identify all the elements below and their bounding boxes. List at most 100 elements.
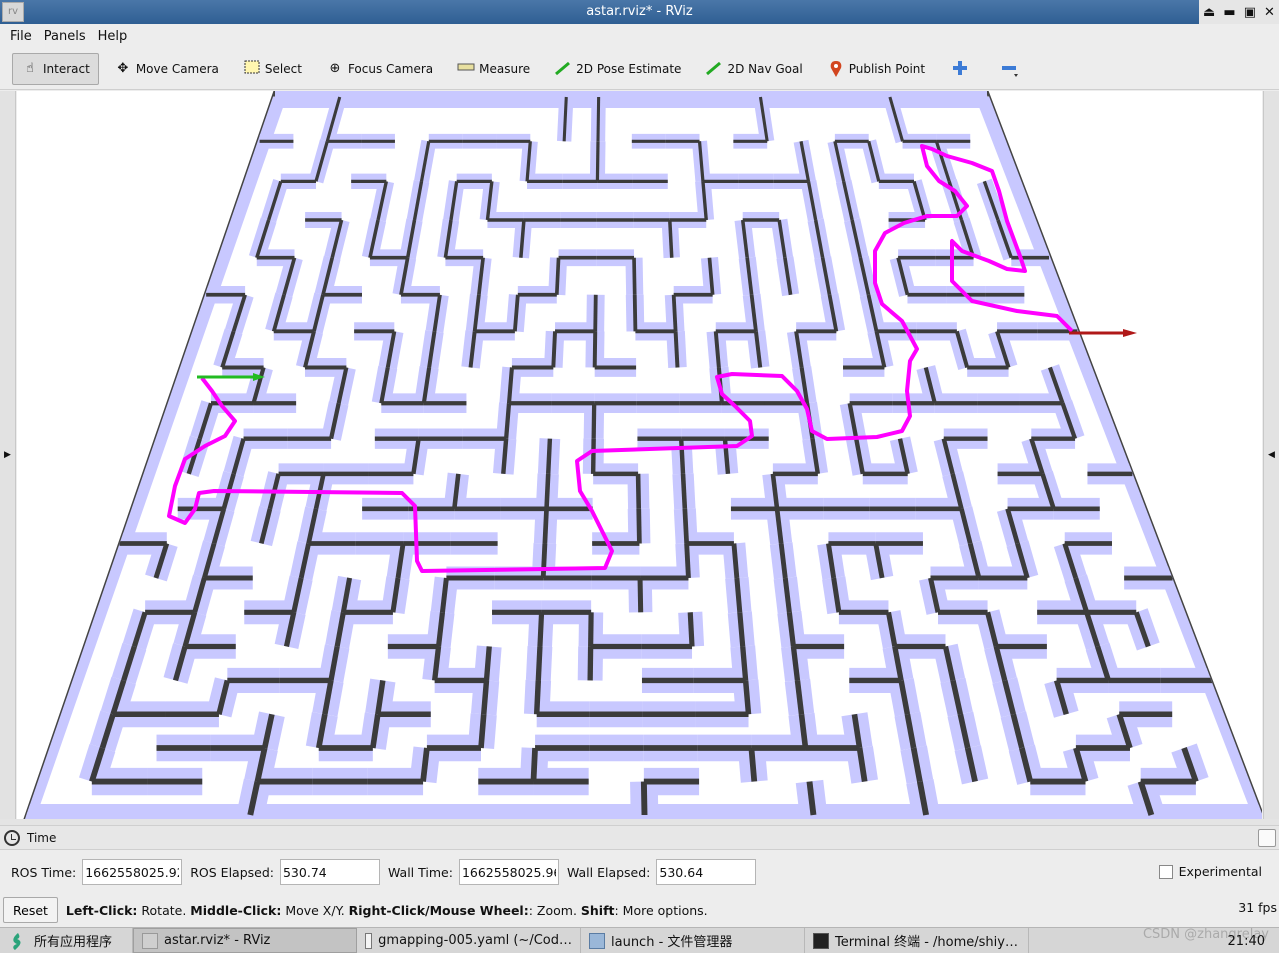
- text-editor-icon: [365, 932, 373, 949]
- menu-help[interactable]: Help: [92, 29, 134, 44]
- maze-wall: [680, 473, 688, 509]
- ruler-icon: [457, 60, 475, 78]
- desktop-taskbar: 所有应用程序 astar.rviz* - RViz gmapping-005.y…: [0, 927, 1279, 953]
- maze-wall: [544, 473, 551, 509]
- pose-estimate-tool-button[interactable]: 2D Pose Estimate: [545, 53, 690, 85]
- status-bar: Reset Left-Click: Rotate. Middle-Click: …: [0, 894, 1279, 926]
- move-camera-icon: ✥: [117, 60, 129, 76]
- wall-elapsed-field[interactable]: [656, 859, 757, 885]
- maze-wall: [687, 612, 695, 647]
- maze-wall: [668, 219, 674, 258]
- maze-wall: [734, 577, 743, 613]
- move-camera-label: Move Camera: [135, 61, 219, 76]
- maze-wall: [537, 612, 545, 647]
- maze-wall: [562, 96, 568, 142]
- rviz-window: rv astar.rviz* - RViz ⏏ ▬ ▣ ✕ File Panel…: [0, 0, 1279, 953]
- maze-wall: [635, 473, 642, 509]
- maze-wall: [506, 367, 514, 404]
- plus-icon: [951, 60, 969, 78]
- window-controls: ⏏ ▬ ▣ ✕: [1199, 0, 1279, 24]
- maze-wall: [632, 257, 637, 295]
- folder-icon: [589, 932, 605, 949]
- maze-wall: [542, 508, 549, 544]
- remove-tool-button[interactable]: [990, 53, 1034, 85]
- maze-wall: [806, 781, 817, 816]
- applications-label: 所有应用程序: [34, 935, 113, 950]
- maze-wall: [504, 403, 512, 439]
- publish-point-tool-button[interactable]: Publish Point: [818, 53, 934, 85]
- ros-elapsed-field[interactable]: [279, 859, 380, 885]
- task-terminal[interactable]: Terminal 终端 - /home/shiy…: [805, 928, 1029, 953]
- maze-wall: [533, 680, 542, 715]
- maze-scene[interactable]: [17, 91, 1262, 819]
- mouse-hint-text: Left-Click: Rotate. Middle-Click: Move X…: [65, 902, 708, 918]
- tool-bar: ☝ Interact ✥ Move Camera Select ⊕ Focus …: [0, 48, 1279, 90]
- time-panel-title: Time: [27, 830, 57, 845]
- terminal-icon: [813, 932, 829, 949]
- task-file-manager[interactable]: launch - 文件管理器: [581, 928, 805, 953]
- add-tool-button[interactable]: [940, 53, 984, 85]
- focus-camera-tool-button[interactable]: ⊕ Focus Camera: [317, 53, 442, 85]
- taskbar-clock: 21:40: [1227, 934, 1265, 949]
- maze-wall: [748, 747, 758, 782]
- nav-goal-tool-button[interactable]: 2D Nav Goal: [696, 53, 811, 85]
- experimental-checkbox[interactable]: [1158, 864, 1173, 879]
- title-bar: rv astar.rviz* - RViz ⏏ ▬ ▣ ✕: [0, 0, 1279, 24]
- focus-camera-icon: ⊕: [329, 60, 341, 76]
- ros-time-field[interactable]: [82, 859, 183, 885]
- maze-wall: [596, 96, 601, 142]
- menu-file[interactable]: File: [4, 29, 38, 44]
- maximize-icon[interactable]: ▣: [1244, 5, 1256, 20]
- green-arrow-icon: [705, 60, 723, 78]
- experimental-toggle[interactable]: Experimental: [1158, 864, 1262, 879]
- maze-wall: [640, 781, 648, 816]
- maze-wall: [595, 141, 600, 182]
- task-editor[interactable]: gmapping-005.yaml (~/Cod…: [357, 928, 581, 953]
- clock-icon: [4, 829, 20, 846]
- menu-panels[interactable]: Panels: [38, 29, 92, 44]
- maze-wall: [551, 331, 558, 368]
- task-terminal-label: Terminal 终端 - /home/shiy…: [835, 935, 1018, 950]
- green-arrow-icon: [554, 60, 572, 78]
- select-tool-button[interactable]: Select: [234, 53, 311, 85]
- ros-time-label: ROS Time:: [11, 864, 77, 880]
- maze-wall: [420, 747, 430, 782]
- measure-tool-button[interactable]: Measure: [448, 53, 539, 85]
- time-panel-fields: ROS Time: ROS Elapsed: Wall Time: Wall E…: [0, 850, 1279, 894]
- undock-panel-button[interactable]: [1258, 829, 1276, 847]
- experimental-label: Experimental: [1178, 864, 1262, 879]
- rviz-icon: [142, 932, 158, 949]
- wall-time-field[interactable]: [458, 859, 559, 885]
- render-viewport[interactable]: [17, 91, 1262, 819]
- maze-wall: [731, 543, 740, 579]
- maze-wall: [632, 294, 638, 332]
- shade-icon[interactable]: ⏏: [1203, 5, 1215, 20]
- interact-tool-button[interactable]: ☝ Interact: [12, 52, 99, 85]
- reset-button[interactable]: Reset: [3, 897, 58, 923]
- maze-wall: [501, 438, 509, 475]
- wall-time-label: Wall Time:: [387, 864, 453, 880]
- task-rviz[interactable]: astar.rviz* - RViz: [133, 928, 357, 953]
- right-dock-collapse-handle[interactable]: ◀: [1263, 91, 1279, 819]
- maze-wall: [737, 612, 746, 647]
- apps-logo-icon: [13, 932, 21, 950]
- close-icon[interactable]: ✕: [1264, 5, 1275, 20]
- pose-estimate-label: 2D Pose Estimate: [576, 61, 682, 76]
- select-icon: [243, 60, 261, 78]
- maze-wall: [591, 403, 597, 439]
- maze-wall: [682, 508, 690, 544]
- menu-bar: File Panels Help: [0, 24, 1279, 48]
- task-rviz-label: astar.rviz* - RViz: [164, 933, 271, 948]
- applications-menu[interactable]: 所有应用程序: [0, 928, 133, 953]
- left-dock-collapse-handle[interactable]: ▶: [0, 91, 16, 819]
- measure-label: Measure: [479, 61, 531, 76]
- move-camera-tool-button[interactable]: ✥ Move Camera: [105, 53, 228, 85]
- minimize-icon[interactable]: ▬: [1223, 5, 1235, 20]
- maze-wall: [637, 577, 644, 613]
- maze-wall: [483, 646, 492, 681]
- window-title: astar.rviz* - RViz: [586, 4, 693, 19]
- focus-camera-label: Focus Camera: [347, 61, 434, 76]
- maze-wall: [593, 294, 598, 332]
- maze-wall: [722, 438, 731, 475]
- maze-wall: [478, 714, 487, 749]
